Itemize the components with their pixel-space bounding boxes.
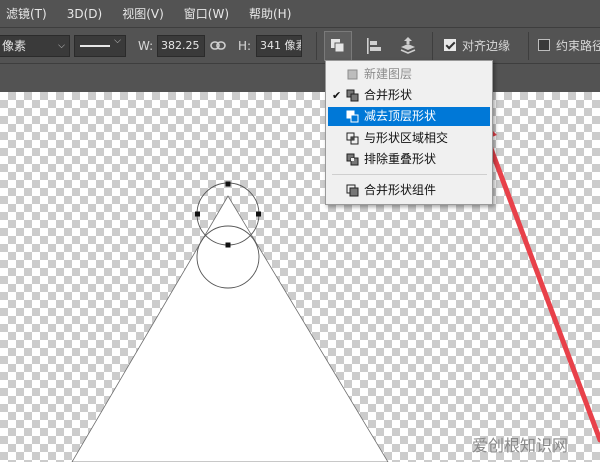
- menu-item-label: 合并形状: [364, 88, 413, 102]
- menu-item-label: 新建图层: [364, 67, 413, 81]
- menu-item-subtract-front-shape[interactable]: 减去顶层形状: [328, 107, 490, 126]
- menu-item-label: 合并形状组件: [364, 183, 437, 197]
- menu-item-combine-shapes[interactable]: ✔ 合并形状: [328, 86, 490, 105]
- menu-item-label: 减去顶层形状: [364, 109, 437, 123]
- menu-item-label: 与形状区域相交: [364, 131, 449, 145]
- menu-item-label: 排除重叠形状: [364, 152, 437, 166]
- anchor-point: [225, 181, 231, 187]
- exclude-overlapping-shapes-icon: [346, 153, 359, 166]
- annotation-arrow-line: [481, 127, 600, 443]
- watermark-text: 爱创根知识网: [472, 436, 569, 455]
- new-layer-icon: [347, 69, 358, 80]
- menu-item-new-layer[interactable]: 新建图层: [328, 65, 490, 84]
- checkmark-icon: ✔: [332, 89, 342, 102]
- subtract-front-shape-icon: [346, 110, 359, 123]
- anchor-point: [256, 211, 261, 217]
- menu-item-merge-shape-components[interactable]: 合并形状组件: [328, 181, 490, 200]
- menu-divider: [332, 174, 487, 175]
- anchor-point: [225, 242, 231, 248]
- menu-item-exclude-overlapping-shapes[interactable]: 排除重叠形状: [328, 150, 490, 169]
- shape-layer: [71, 116, 600, 462]
- intersect-shape-areas-icon: [346, 132, 359, 145]
- combine-shapes-icon: [346, 89, 359, 102]
- menu-item-intersect-shape-areas[interactable]: 与形状区域相交: [328, 129, 490, 148]
- merge-shape-components-icon: [346, 184, 359, 197]
- path-operations-menu: 新建图层 ✔ 合并形状 减去顶层形状 与形状区域相交 排除重叠形状 合并形状组件: [325, 60, 493, 205]
- anchor-point: [195, 211, 200, 217]
- triangle-shape: [71, 195, 389, 462]
